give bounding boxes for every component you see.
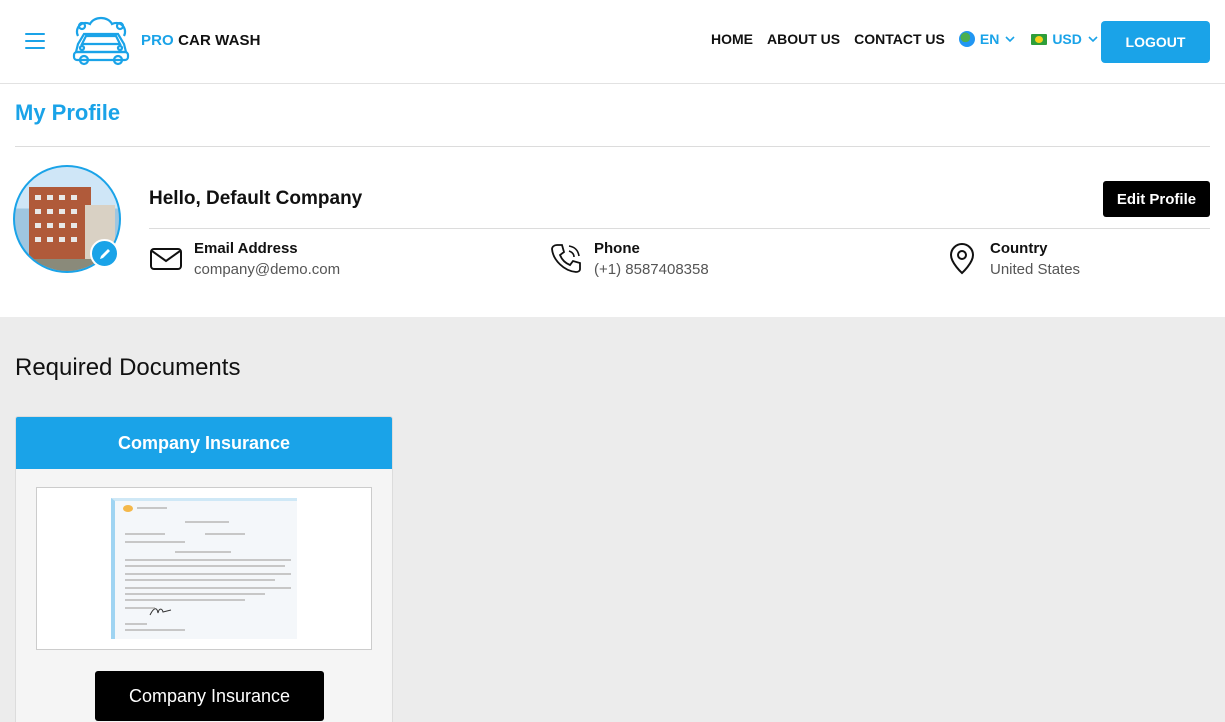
doc-line — [137, 507, 167, 509]
chevron-down-icon — [1088, 36, 1098, 43]
logout-button[interactable]: LOGOUT — [1101, 21, 1210, 63]
envelope-icon — [150, 248, 182, 270]
brand-pro: PRO — [141, 31, 174, 49]
doc-line — [125, 541, 185, 543]
avatar-window — [47, 223, 53, 228]
avatar-window — [71, 223, 77, 228]
avatar-window — [35, 209, 41, 214]
avatar-window — [59, 209, 65, 214]
phone-label: Phone — [594, 240, 640, 257]
phone-icon — [551, 244, 581, 273]
phone-info: Phone (+1) 8587408358 — [549, 239, 709, 281]
country-value: United States — [990, 261, 1081, 278]
avatar-window — [47, 237, 53, 242]
pencil-icon — [99, 248, 110, 259]
page-title: My Profile — [15, 100, 121, 125]
doc-line — [125, 629, 185, 631]
language-value: EN — [979, 31, 1000, 47]
main-nav: HOME ABOUT US CONTACT US EN USD — [711, 31, 1098, 47]
divider — [15, 146, 1210, 147]
site-header: PRO CAR WASH HOME ABOUT US CONTACT US EN… — [0, 0, 1225, 84]
hamburger-icon[interactable] — [25, 33, 45, 49]
nav-contact[interactable]: CONTACT US — [854, 31, 945, 47]
doc-line — [125, 587, 291, 589]
nav-home[interactable]: HOME — [711, 31, 753, 47]
globe-icon — [958, 31, 975, 47]
avatar-window — [59, 237, 65, 242]
avatar-window — [47, 209, 53, 214]
email-info: Email Address company@demo.com — [149, 239, 340, 281]
country-info: Country United States — [945, 239, 1080, 281]
email-value: company@demo.com — [194, 261, 341, 278]
language-dropdown[interactable]: EN — [958, 31, 1015, 47]
avatar-window — [35, 223, 41, 228]
doc-line — [125, 579, 275, 581]
document-preview[interactable] — [36, 487, 372, 650]
doc-line — [125, 565, 285, 567]
document-logo — [123, 505, 133, 512]
signature-icon — [149, 608, 172, 616]
document-button[interactable]: Company Insurance — [95, 671, 324, 721]
email-label: Email Address — [194, 240, 298, 257]
chevron-down-icon — [1005, 36, 1015, 43]
location-pin-icon — [949, 242, 975, 275]
profile-greeting: Hello, Default Company — [149, 188, 363, 209]
country-label: Country — [990, 240, 1048, 257]
brand-logo[interactable]: PRO CAR WASH — [68, 14, 261, 66]
phone-value: (+1) 8587408358 — [594, 261, 709, 278]
car-wash-logo-icon — [72, 16, 130, 66]
edit-profile-button[interactable]: Edit Profile — [1103, 181, 1210, 217]
brand-rest: CAR WASH — [178, 31, 261, 49]
avatar-window — [71, 237, 77, 242]
document-card-header: Company Insurance — [16, 417, 392, 469]
doc-line — [125, 559, 291, 561]
avatar-edit-button[interactable] — [90, 239, 119, 268]
doc-line — [125, 623, 147, 625]
doc-line — [205, 533, 245, 535]
brand-name: PRO CAR WASH — [141, 32, 261, 49]
documents-title: Required Documents — [15, 354, 241, 381]
nav-about[interactable]: ABOUT US — [767, 31, 840, 47]
doc-line — [125, 533, 165, 535]
document-card: Company Insurance Company Insurance — [15, 416, 393, 722]
document-thumbnail — [111, 498, 297, 639]
avatar-window — [59, 195, 65, 200]
doc-line — [185, 521, 229, 523]
doc-line — [125, 599, 245, 601]
doc-line — [175, 551, 231, 553]
profile-section: My Profile Hello, Default Company Edit P… — [0, 84, 1225, 317]
avatar-window — [35, 237, 41, 242]
doc-line — [125, 573, 291, 575]
avatar-window — [71, 195, 77, 200]
avatar-window — [59, 223, 65, 228]
currency-value: USD — [1052, 31, 1082, 47]
flag-icon — [1031, 33, 1048, 45]
avatar-window — [35, 195, 41, 200]
doc-line — [125, 593, 265, 595]
avatar-window — [47, 195, 53, 200]
currency-dropdown[interactable]: USD — [1031, 31, 1098, 47]
avatar-window — [71, 209, 77, 214]
divider — [149, 228, 1210, 229]
